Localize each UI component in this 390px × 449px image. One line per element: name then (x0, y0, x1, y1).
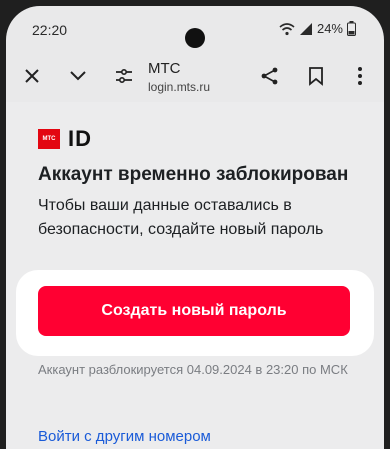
mts-id-logo: МТС ID (38, 126, 92, 152)
other-number-link[interactable]: Войти с другим номером (38, 428, 211, 445)
wifi-icon (279, 22, 295, 35)
close-icon[interactable] (20, 64, 44, 88)
button-highlight: Создать новый пароль (16, 270, 374, 356)
site-name: МТС (148, 60, 181, 77)
status-time: 22:20 (32, 22, 68, 38)
signal-icon (299, 22, 312, 35)
more-vert-icon[interactable] (348, 64, 372, 88)
status-bar: 22:20 24% (6, 6, 384, 48)
share-icon[interactable] (258, 64, 282, 88)
phone-frame: 22:20 24% МТС login.mts.ru МТС ID Аккаун… (0, 0, 390, 449)
logo-id-text: ID (68, 126, 92, 151)
screen: 22:20 24% МТС login.mts.ru МТС ID Аккаун… (6, 6, 384, 449)
front-camera (185, 28, 205, 48)
page-content: МТС ID Аккаунт временно заблокирован Что… (6, 102, 384, 449)
browser-toolbar: МТС login.mts.ru (6, 52, 384, 98)
page-title: Аккаунт временно заблокирован (38, 164, 349, 185)
unlock-note: Аккаунт разблокируется 04.09.2024 в 23:2… (38, 362, 348, 377)
battery-icon (347, 21, 356, 36)
battery-percent: 24% (316, 21, 343, 36)
site-settings-icon[interactable] (112, 64, 136, 88)
mts-logo-mark: МТС (38, 129, 60, 149)
bookmark-icon[interactable] (304, 64, 328, 88)
page-description: Чтобы ваши данные оставались в безопасно… (38, 197, 324, 238)
status-icons: 24% (279, 21, 356, 36)
chevron-down-icon[interactable] (66, 64, 90, 88)
site-url[interactable]: login.mts.ru (148, 80, 210, 94)
create-password-button[interactable]: Создать новый пароль (38, 286, 350, 336)
